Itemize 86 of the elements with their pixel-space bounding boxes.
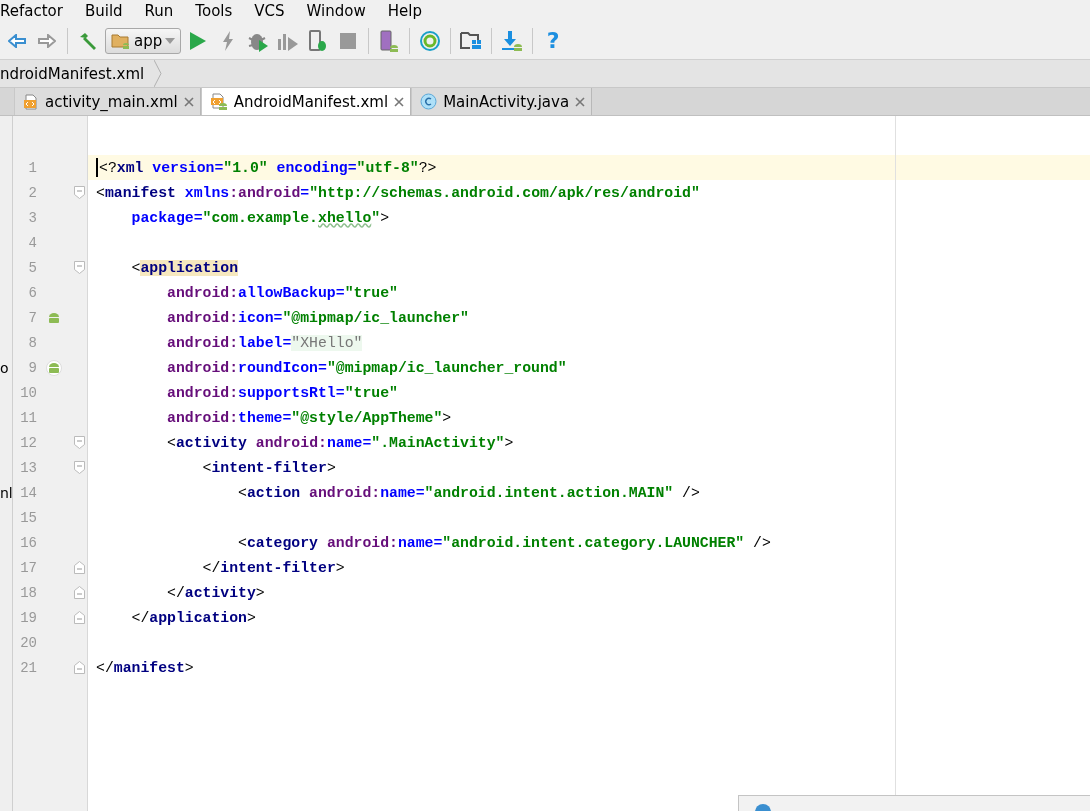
xml-file-icon: [23, 93, 39, 110]
tab-label: AndroidManifest.xml: [233, 92, 389, 111]
editor-tab[interactable]: MainActivity.java: [411, 88, 593, 115]
folder-icon: [111, 32, 131, 49]
menu-item[interactable]: Run: [144, 2, 174, 20]
sync-icon[interactable]: [419, 29, 442, 52]
sdk-download-icon[interactable]: [501, 29, 524, 52]
close-icon[interactable]: [394, 96, 405, 107]
fold-marker-icon[interactable]: [73, 586, 85, 599]
line-number: 15: [19, 509, 37, 526]
code-line: </application>: [130, 609, 256, 626]
code-line: android:icon="@mipmap/ic_launcher": [166, 309, 469, 326]
line-number: 12: [19, 434, 37, 451]
line-number: 7: [27, 309, 37, 326]
fold-marker-icon[interactable]: [73, 661, 85, 674]
line-number: 10: [19, 384, 37, 401]
fold-marker-icon[interactable]: [73, 611, 85, 624]
code-line: <application: [130, 259, 239, 276]
line-number: 4: [27, 234, 37, 251]
tab-label: MainActivity.java: [443, 92, 570, 111]
code-line: android:supportsRtl="true": [166, 384, 398, 401]
line-number: 3: [27, 209, 37, 226]
line-number: 19: [19, 609, 37, 626]
line-number: 13: [19, 459, 37, 476]
text-caret: [96, 158, 98, 177]
breadcrumb-item[interactable]: ndroidManifest.xml: [0, 64, 155, 83]
hammer-icon[interactable]: [78, 30, 98, 51]
menu-item[interactable]: Help: [387, 2, 422, 20]
line-number: 18: [19, 584, 37, 601]
run-icon[interactable]: [189, 30, 208, 51]
code-line: </manifest>: [96, 659, 194, 676]
menu-item[interactable]: VCS: [254, 2, 285, 20]
menu-item[interactable]: Tools: [195, 2, 233, 20]
device-bug-icon[interactable]: [308, 29, 329, 52]
line-number: 6: [27, 284, 37, 301]
close-icon[interactable]: [183, 96, 194, 107]
fold-marker-icon[interactable]: [73, 436, 85, 449]
class-file-icon: [420, 93, 438, 110]
editor-tab[interactable]: activity_main.xml: [14, 88, 201, 115]
stop-icon[interactable]: [340, 32, 357, 49]
fold-marker-icon[interactable]: [73, 186, 85, 199]
line-number: 2: [27, 184, 37, 201]
side-panel-text: o: [0, 359, 9, 376]
android-round-icon[interactable]: [46, 359, 62, 376]
close-icon[interactable]: [575, 96, 586, 107]
line-number: 1: [27, 159, 37, 176]
editor-tab[interactable]: AndroidManifest.xml: [200, 88, 412, 115]
code-line: <category android:name="android.intent.category.LAUNCHER" />: [237, 534, 771, 551]
code-line: <intent-filter>: [201, 459, 336, 476]
code-line: android:roundIcon="@mipmap/ic_launcher_round": [166, 359, 567, 376]
line-number: 11: [19, 409, 37, 426]
caret-icon: [165, 37, 176, 44]
code-line: </intent-filter>: [201, 559, 345, 576]
code-line: </activity>: [166, 584, 265, 601]
menu-item[interactable]: Refactor: [0, 2, 63, 20]
fold-marker-icon[interactable]: [73, 461, 85, 474]
code-line: android:allowBackup="true": [166, 284, 398, 301]
lightning-icon[interactable]: [222, 30, 235, 51]
back-arrow-icon[interactable]: [8, 33, 26, 48]
line-number: 17: [19, 559, 37, 576]
code-line: <manifest xmlns:android="http://schemas.android.com/apk/res/android": [96, 184, 700, 201]
device-manager-icon[interactable]: [379, 29, 400, 52]
code-line: android:theme="@style/AppTheme">: [166, 409, 452, 426]
line-number: 20: [19, 634, 37, 651]
code-line: <activity android:name=".MainActivity">: [166, 434, 514, 451]
project-structure-icon[interactable]: [460, 31, 483, 50]
chevron-icon: [154, 60, 163, 87]
side-panel-text: nl: [0, 484, 13, 501]
run-configuration-dropdown[interactable]: app: [105, 27, 182, 54]
fold-marker-icon[interactable]: [73, 561, 85, 574]
menu-item[interactable]: Build: [84, 2, 123, 20]
tab-label: activity_main.xml: [45, 92, 178, 111]
line-number: 21: [19, 659, 37, 676]
line-number: 8: [27, 334, 37, 351]
line-number: 5: [27, 259, 37, 276]
manifest-file-icon: [209, 93, 228, 110]
line-number: 16: [19, 534, 37, 551]
code-line: <action android:name="android.intent.action.MAIN" />: [237, 484, 700, 501]
forward-arrow-icon[interactable]: [38, 33, 56, 48]
line-number: 14: [19, 484, 37, 501]
line-number: 9: [27, 359, 37, 376]
code-line: package="com.example.xhello">: [130, 209, 390, 226]
fold-marker-icon[interactable]: [73, 261, 85, 274]
code-line: <?xml version="1.0" encoding="utf-8"?>: [99, 159, 437, 176]
menu-item[interactable]: Window: [306, 2, 366, 20]
code-line: android:label="XHello": [166, 334, 363, 351]
